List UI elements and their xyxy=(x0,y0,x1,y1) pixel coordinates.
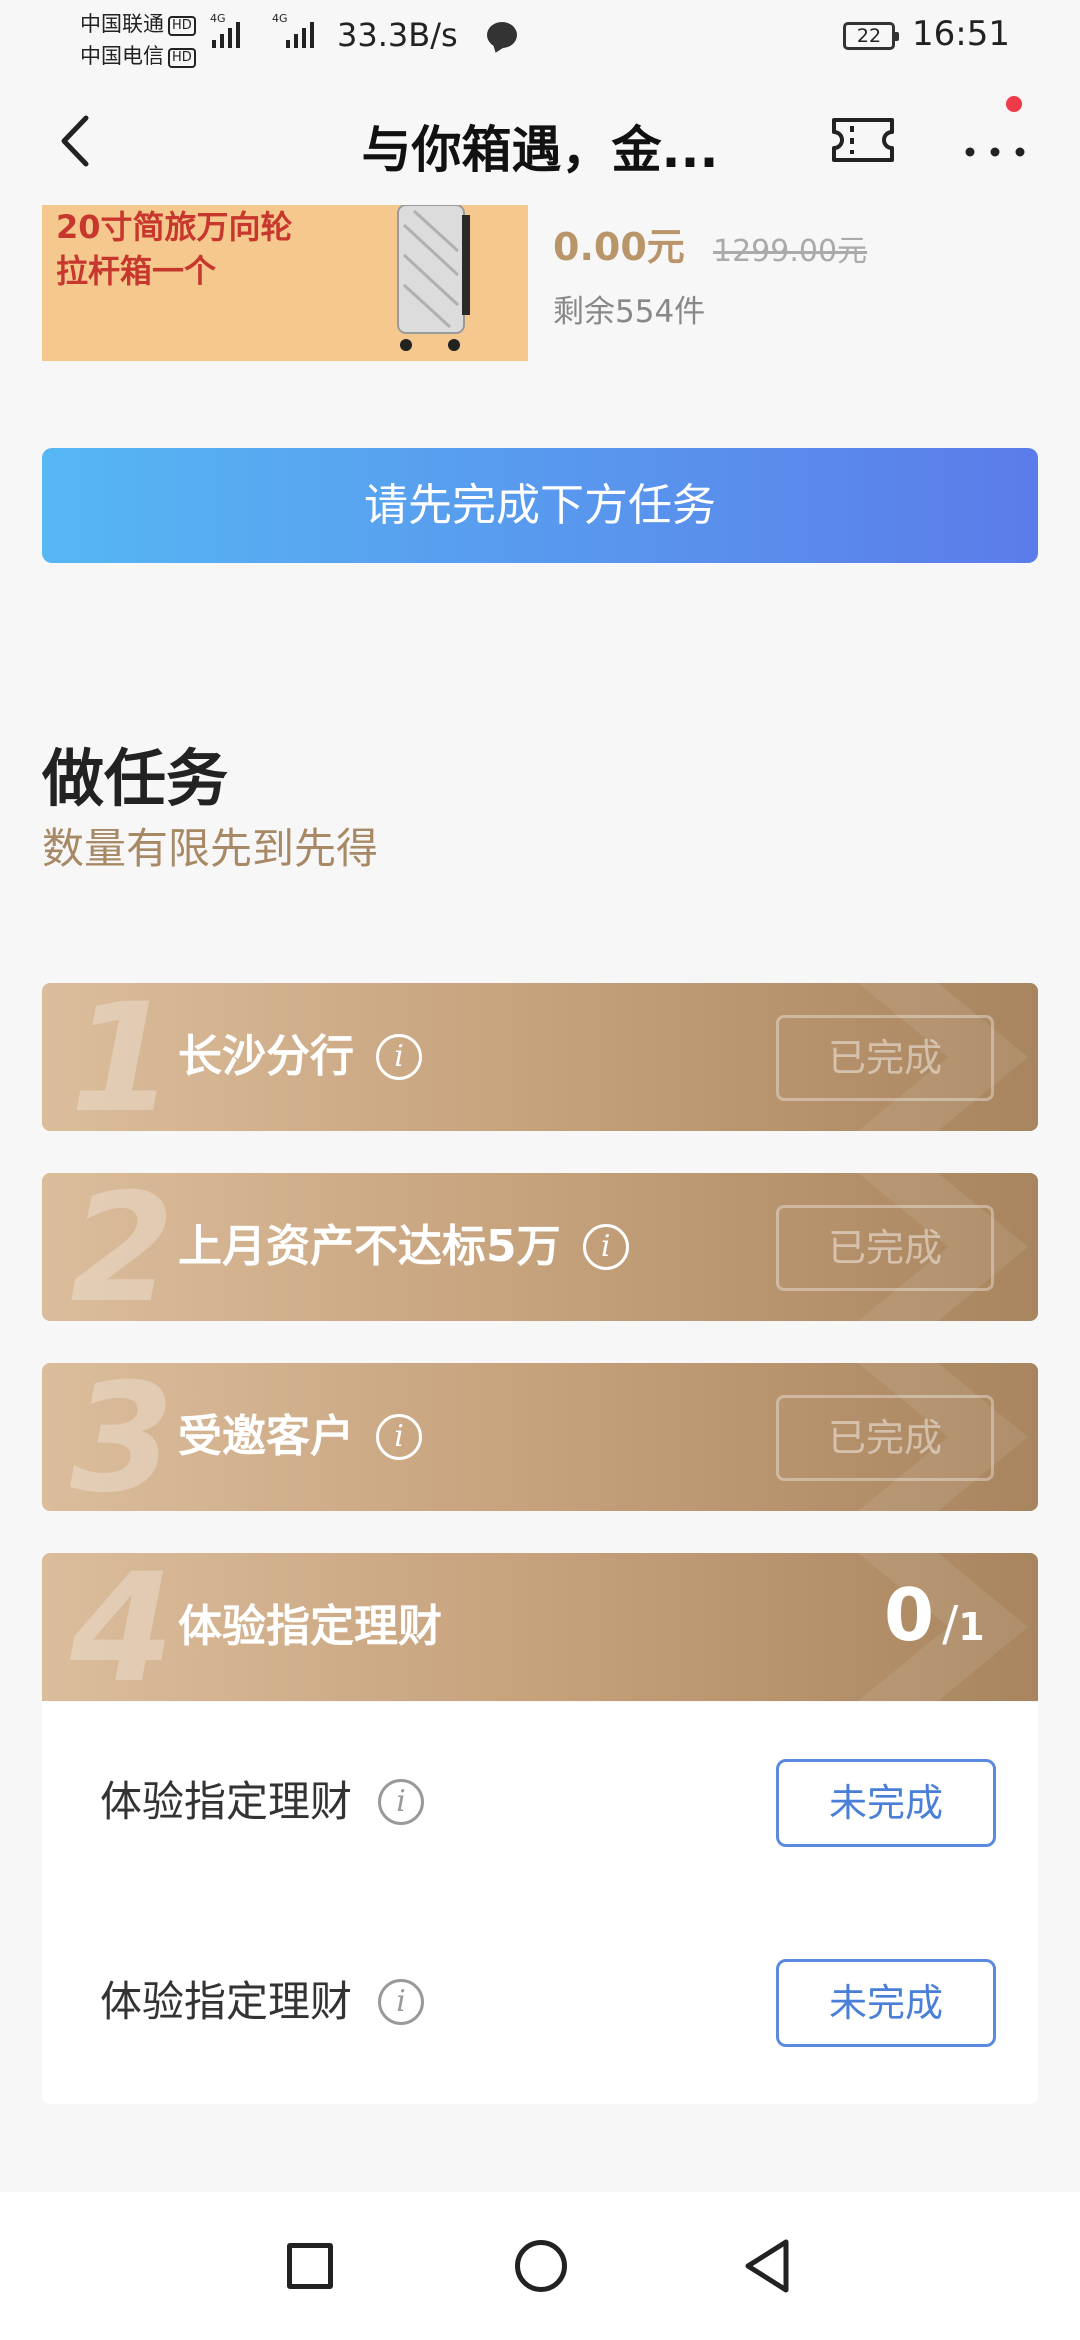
price-now: 0.00元 xyxy=(553,225,685,269)
subtask-list: 体验指定理财 i 未完成 体验指定理财 i 未完成 xyxy=(42,1702,1038,2104)
info-icon[interactable]: i xyxy=(378,1979,425,2025)
info-icon[interactable]: i xyxy=(376,1034,422,1080)
header: 与你箱遇，金... xyxy=(0,88,1080,194)
task-name-label: 上月资产不达标5万 xyxy=(178,1221,561,1272)
task-status-button[interactable]: 已完成 xyxy=(776,1015,994,1101)
stock-remaining: 剩余554件 xyxy=(553,294,706,330)
banner-line-2: 拉杆箱一个 xyxy=(56,252,217,290)
price-original: 1299.00元 xyxy=(713,234,868,269)
battery-icon: 22 xyxy=(843,22,899,50)
progress-slash: / xyxy=(942,1596,959,1652)
page-title: 与你箱遇，金... xyxy=(361,121,719,179)
info-icon[interactable]: i xyxy=(378,1779,425,1825)
banner-line-1: 20寸简旅万向轮 xyxy=(56,208,293,246)
task-number: 4 xyxy=(70,1553,175,1701)
hd-badge: HD xyxy=(168,48,196,68)
hd-badge: HD xyxy=(168,16,196,36)
task-name-label: 体验指定理财 xyxy=(178,1601,442,1652)
task-name-label: 受邀客户 xyxy=(178,1411,354,1462)
subtask-status-button[interactable]: 未完成 xyxy=(776,1759,996,1847)
progress-done: 0 xyxy=(884,1573,935,1657)
notification-dot xyxy=(1006,96,1022,112)
ticket-icon[interactable] xyxy=(830,114,896,166)
carrier-2-label: 中国电信 xyxy=(80,44,164,68)
carrier-1: 中国联通 HD xyxy=(80,8,196,38)
system-nav-bar xyxy=(0,2192,1080,2340)
info-icon[interactable]: i xyxy=(376,1414,422,1460)
section-subtitle: 数量有限先到先得 xyxy=(42,824,379,873)
task-name: 受邀客户 i xyxy=(178,1363,422,1511)
task-number: 3 xyxy=(70,1363,175,1511)
task-card-2: 2 上月资产不达标5万 i 已完成 xyxy=(42,1173,1038,1321)
carrier-2: 中国电信 HD xyxy=(80,40,196,70)
home-icon[interactable] xyxy=(515,2240,567,2292)
subtask-row: 体验指定理财 i 未完成 xyxy=(42,1702,1038,1902)
network-type-1: 4G xyxy=(210,12,226,25)
complete-tasks-first-button[interactable]: 请先完成下方任务 xyxy=(42,448,1038,563)
task-status-button[interactable]: 已完成 xyxy=(776,1395,994,1481)
net-speed: 33.3B/s xyxy=(337,16,458,54)
task-name: 上月资产不达标5万 i xyxy=(178,1173,629,1321)
task-status-button[interactable]: 已完成 xyxy=(776,1205,994,1291)
subtask-name-label: 体验指定理财 xyxy=(100,1977,353,2026)
subtask-name-label: 体验指定理财 xyxy=(100,1777,353,1826)
subtask-name: 体验指定理财 i xyxy=(100,1702,425,1902)
product-banner[interactable]: 20寸简旅万向轮 拉杆箱一个 xyxy=(42,205,528,361)
section-title: 做任务 xyxy=(42,742,229,815)
subtask-status-button[interactable]: 未完成 xyxy=(776,1959,996,2047)
banner-text: 20寸简旅万向轮 拉杆箱一个 xyxy=(56,205,293,293)
nav-back-icon[interactable] xyxy=(742,2238,792,2294)
subtask-name: 体验指定理财 i xyxy=(100,1902,425,2102)
status-bar: 中国联通 HD 中国电信 HD 4G 4G 33.3B/s 22 16:51 xyxy=(0,0,1080,78)
task-progress: 0/1 xyxy=(884,1573,985,1657)
subtask-row: 体验指定理财 i 未完成 xyxy=(42,1902,1038,2102)
network-type-2: 4G xyxy=(272,12,288,25)
carrier-1-label: 中国联通 xyxy=(80,12,164,36)
task-name-label: 长沙分行 xyxy=(178,1031,354,1082)
signal-icon: 4G xyxy=(210,12,240,48)
info-icon[interactable]: i xyxy=(582,1224,629,1270)
task-name: 体验指定理财 xyxy=(178,1553,442,1701)
progress-total: 1 xyxy=(958,1605,985,1649)
recent-apps-icon[interactable] xyxy=(287,2243,333,2289)
task-number: 2 xyxy=(70,1173,175,1321)
task-card-3: 3 受邀客户 i 已完成 xyxy=(42,1363,1038,1511)
task-card-1: 1 长沙分行 i 已完成 xyxy=(42,983,1038,1131)
message-icon xyxy=(487,22,517,48)
suitcase-image xyxy=(397,205,470,351)
signal-icon: 4G xyxy=(272,12,314,48)
more-icon[interactable] xyxy=(962,112,1028,168)
clock: 16:51 xyxy=(912,14,1010,54)
task-number: 1 xyxy=(70,983,175,1131)
task-name: 长沙分行 i xyxy=(178,983,422,1131)
task-card-4: 4 体验指定理财 0/1 xyxy=(42,1553,1038,1701)
